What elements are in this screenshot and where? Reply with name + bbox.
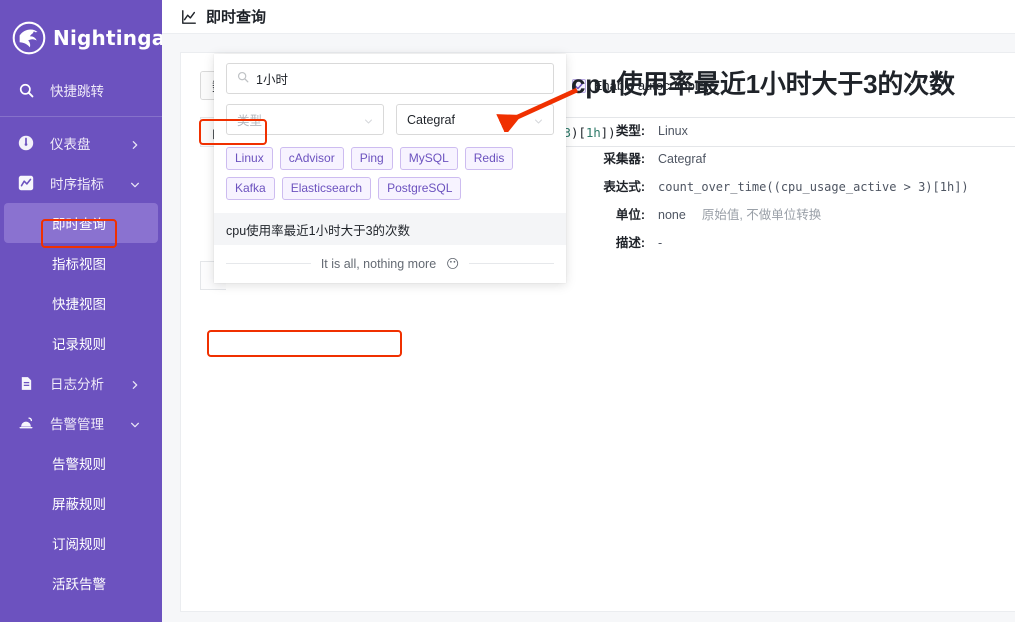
- nightingale-bird-logo-icon: [12, 21, 46, 55]
- detail-value: none: [658, 208, 686, 222]
- sidebar-item-log-analysis[interactable]: 日志分析: [0, 363, 162, 403]
- detail-value: count_over_time((cpu_usage_active > 3)[1…: [658, 180, 969, 194]
- dropdown-footer: It is all, nothing more 😶: [214, 245, 566, 283]
- metric-detail-panel: cpu使用率最近1小时大于3的次数 类型: Linux 采集器: Categra…: [571, 54, 1015, 263]
- search-icon: [15, 79, 37, 101]
- footer-divider-right: [469, 263, 554, 264]
- chevron-down-icon: [130, 178, 140, 188]
- sidebar-item-label: 告警管理: [50, 417, 104, 432]
- sidebar-item-alert-management[interactable]: 告警管理: [0, 403, 162, 443]
- tag-chip[interactable]: MySQL: [399, 147, 458, 170]
- sidebar-item-active-alerts[interactable]: 活跃告警: [0, 563, 162, 603]
- app-root: Nightingale 快捷跳转: [0, 0, 1015, 622]
- chevron-right-icon: [130, 138, 140, 149]
- sidebar-item-label: 订阅规则: [52, 537, 106, 552]
- sidebar-divider: [0, 116, 162, 117]
- tag-chip[interactable]: Redis: [464, 147, 514, 170]
- sidebar-item-label: 日志分析: [50, 377, 104, 392]
- document-icon: [15, 372, 37, 394]
- sidebar-nav: 快捷跳转 仪表盘 时序指标 即时查询 指标视图 快捷视图 记录规则 日志分析 告…: [0, 70, 162, 603]
- tag-chip[interactable]: cAdvisor: [279, 147, 344, 170]
- type-filter-select[interactable]: 类型: [226, 104, 384, 135]
- detail-value: -: [658, 236, 663, 250]
- sidebar-item-dashboard[interactable]: 仪表盘: [0, 123, 162, 163]
- gauge-icon: [15, 132, 37, 154]
- detail-row-collector: 采集器: Categraf: [571, 151, 1015, 168]
- footer-emoji: 😶: [446, 257, 460, 271]
- brand[interactable]: Nightingale: [0, 0, 162, 62]
- detail-label: 类型:: [615, 124, 645, 138]
- query-card: 数据源类型 Prometheus 数据源 vmtsdb: [180, 52, 1015, 612]
- sidebar-item-label: 快捷跳转: [50, 84, 104, 99]
- tag-chip[interactable]: Linux: [226, 147, 273, 170]
- footer-text: It is all, nothing more: [320, 256, 437, 271]
- metric-search-value: 1小时: [256, 73, 288, 87]
- search-icon: [237, 70, 249, 88]
- type-filter-placeholder: 类型: [237, 114, 263, 128]
- sidebar-item-quick-view[interactable]: 快捷视图: [0, 283, 162, 323]
- collector-filter-select[interactable]: Categraf: [396, 104, 554, 135]
- tag-chip[interactable]: Elasticsearch: [281, 177, 372, 200]
- sidebar-item-label: 活跃告警: [52, 577, 106, 592]
- metric-detail-rows: 类型: Linux 采集器: Categraf 表达式: count_over_…: [571, 123, 1015, 252]
- sidebar-item-label: 告警规则: [52, 457, 106, 472]
- sidebar-item-label: 指标视图: [52, 257, 106, 272]
- detail-value: Linux: [658, 124, 688, 138]
- sidebar: Nightingale 快捷跳转: [0, 0, 162, 622]
- metric-search-input[interactable]: 1小时: [226, 63, 554, 94]
- tag-chip[interactable]: PostgreSQL: [378, 177, 462, 200]
- detail-label: 单位:: [615, 208, 645, 222]
- detail-label: 采集器:: [603, 152, 645, 166]
- detail-row-expression: 表达式: count_over_time((cpu_usage_active >…: [571, 179, 1015, 196]
- footer-divider-left: [226, 263, 311, 264]
- chevron-down-icon: [364, 115, 373, 124]
- page-gap: [162, 34, 1015, 52]
- detail-value-note: 原始值, 不做单位转换: [701, 208, 822, 222]
- alarm-icon: [15, 412, 37, 434]
- page-header: 即时查询: [162, 0, 1015, 34]
- list-item[interactable]: cpu使用率最近1小时大于3的次数: [214, 213, 566, 245]
- dropdown-filters: 类型 Categraf: [226, 104, 554, 135]
- sidebar-item-metrics[interactable]: 时序指标: [0, 163, 162, 203]
- sidebar-item-record-rules[interactable]: 记录规则: [0, 323, 162, 363]
- builtin-metrics-dropdown: 1小时 类型 Categraf Linux cAdvisor Ping MySQ…: [214, 54, 566, 283]
- sidebar-item-label: 仪表盘: [50, 137, 91, 152]
- detail-value: Categraf: [658, 152, 706, 166]
- sidebar-item-label: 即时查询: [52, 217, 106, 232]
- sidebar-item-quick-jump[interactable]: 快捷跳转: [0, 70, 162, 110]
- sidebar-item-label: 快捷视图: [52, 297, 106, 312]
- detail-label: 描述:: [615, 236, 645, 250]
- sidebar-item-subscribe-rules[interactable]: 订阅规则: [0, 523, 162, 563]
- tag-chip[interactable]: Ping: [350, 147, 393, 170]
- sidebar-item-label: 记录规则: [52, 337, 106, 352]
- main-content: 即时查询 数据源类型 Prometheus: [162, 0, 1015, 622]
- tag-chip[interactable]: Kafka: [226, 177, 275, 200]
- chevron-down-icon: [534, 115, 543, 124]
- sidebar-item-label: 屏蔽规则: [52, 497, 106, 512]
- metric-result-list: cpu使用率最近1小时大于3的次数: [214, 213, 566, 245]
- sidebar-item-mute-rules[interactable]: 屏蔽规则: [0, 483, 162, 523]
- detail-row-description: 描述: -: [571, 235, 1015, 252]
- tag-filter-list: Linux cAdvisor Ping MySQL Redis Kafka El…: [226, 147, 554, 200]
- metric-detail-title: cpu使用率最近1小时大于3的次数: [571, 69, 955, 99]
- sidebar-item-label: 时序指标: [50, 177, 104, 192]
- sidebar-item-alert-rules[interactable]: 告警规则: [0, 443, 162, 483]
- page-title: 即时查询: [206, 9, 267, 26]
- detail-row-unit: 单位: none 原始值, 不做单位转换: [571, 207, 1015, 224]
- sidebar-item-instant-query[interactable]: 即时查询: [4, 203, 158, 243]
- chart-line-icon: [15, 172, 37, 194]
- sidebar-item-metric-view[interactable]: 指标视图: [0, 243, 162, 283]
- chart-axes-icon: [181, 8, 198, 25]
- chevron-down-icon: [130, 418, 140, 428]
- detail-label: 表达式:: [603, 180, 645, 194]
- chevron-right-icon: [130, 378, 140, 389]
- brand-name: Nightingale: [53, 26, 162, 50]
- collector-filter-value: Categraf: [407, 112, 455, 127]
- detail-row-type: 类型: Linux: [571, 123, 1015, 140]
